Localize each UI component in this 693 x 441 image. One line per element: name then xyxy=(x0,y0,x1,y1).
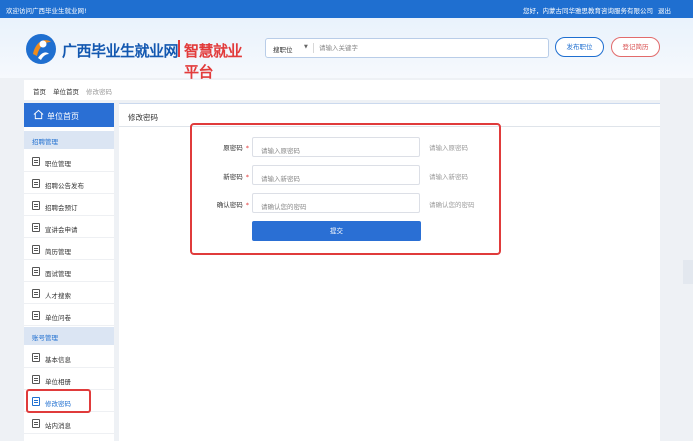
sidebar-item-label: 招聘公告发布 xyxy=(45,182,84,190)
sidebar-item-questionnaire[interactable]: 单位问卷 xyxy=(24,305,114,326)
sidebar-group-account: 账号管理 xyxy=(24,327,114,345)
top-bar: 欢迎访问广西毕业生就业网! 您好，内蒙古同华雅思教育咨询服务有限公司 退出 xyxy=(0,0,693,18)
sidebar-item-label: 招聘会预订 xyxy=(45,204,78,212)
welcome-text: 欢迎访问广西毕业生就业网! xyxy=(6,7,87,15)
user-company-name: 您好，内蒙古同华雅思教育咨询服务有限公司 xyxy=(523,7,653,15)
group-title: 招聘管理 xyxy=(32,138,58,146)
breadcrumb: 首页 单位首页 修改密码 xyxy=(24,80,660,100)
home-icon xyxy=(33,109,44,120)
document-icon xyxy=(32,179,40,188)
old-password-input[interactable] xyxy=(253,142,419,160)
sidebar-item-resume[interactable]: 简历管理 xyxy=(24,239,114,260)
document-icon xyxy=(32,245,40,254)
confirm-password-hint: 请确认您的密码 xyxy=(429,201,475,209)
logout-link[interactable]: 退出 xyxy=(658,5,671,15)
confirm-password-field[interactable] xyxy=(252,193,420,216)
old-password-field[interactable] xyxy=(252,137,420,160)
search-type-select[interactable]: 搜职位 xyxy=(273,44,293,54)
highlight-annotation xyxy=(26,389,91,413)
sidebar-item-interview[interactable]: 面试管理 xyxy=(24,261,114,282)
breadcrumb-unit-home[interactable]: 单位首页 xyxy=(53,86,79,96)
register-resume-button[interactable]: 登记简历 xyxy=(611,37,660,57)
logo-mark-icon xyxy=(26,34,56,64)
sidebar-item-label: 单位问卷 xyxy=(45,314,71,322)
sidebar-item-label: 基本信息 xyxy=(45,356,71,364)
new-password-field[interactable] xyxy=(252,165,420,188)
sidebar-item-label: 站内消息 xyxy=(45,422,71,430)
page-title: 修改密码 xyxy=(128,113,158,122)
publish-job-button[interactable]: 发布职位 xyxy=(555,37,604,57)
sidebar-item-label: 单位相册 xyxy=(45,378,71,386)
sidebar-item-label: 人才搜索 xyxy=(45,292,71,300)
sidebar-item-announcement[interactable]: 招聘公告发布 xyxy=(24,173,114,194)
sidebar-item-job-management[interactable]: 职位管理 xyxy=(24,151,114,172)
logo-divider xyxy=(178,40,180,57)
breadcrumb-current: 修改密码 xyxy=(86,88,112,96)
field-label-new-password: 新密码 * xyxy=(223,173,249,181)
group-title: 账号管理 xyxy=(32,334,58,342)
search-input[interactable] xyxy=(319,41,539,55)
sidebar-item-presentation[interactable]: 宣讲会申请 xyxy=(24,217,114,238)
sidebar-group-recruitment: 招聘管理 xyxy=(24,131,114,149)
document-icon xyxy=(32,375,40,384)
old-password-hint: 请输入原密码 xyxy=(429,144,468,152)
new-password-hint: 请输入新密码 xyxy=(429,173,468,181)
document-icon xyxy=(32,223,40,232)
sidebar-item-messages[interactable]: 站内消息 xyxy=(24,413,114,434)
search-box: 搜职位 ▼ xyxy=(265,38,549,58)
sidebar-item-job-fair[interactable]: 招聘会预订 xyxy=(24,195,114,216)
document-icon xyxy=(32,201,40,210)
sidebar-item-talent-search[interactable]: 人才搜索 xyxy=(24,283,114,304)
search-divider xyxy=(313,43,314,53)
field-label-old-password: 原密码 * xyxy=(223,144,249,152)
breadcrumb-home[interactable]: 首页 xyxy=(33,86,46,96)
document-icon xyxy=(32,311,40,320)
sidebar-item-label: 面试管理 xyxy=(45,270,71,278)
site-logo[interactable]: 广西毕业生就业网 智慧就业平台 xyxy=(24,32,254,81)
field-label-confirm-password: 确认密码 * xyxy=(216,201,249,209)
new-password-input[interactable] xyxy=(253,170,419,188)
side-float-tab[interactable] xyxy=(683,260,693,284)
logo-subtitle: 智慧就业平台 xyxy=(184,42,243,81)
document-icon xyxy=(32,267,40,276)
document-icon xyxy=(32,353,40,362)
site-header: 广西毕业生就业网 智慧就业平台 搜职位 ▼ 发布职位 登记简历 xyxy=(0,18,693,81)
sidebar-item-label: 职位管理 xyxy=(45,160,71,168)
sidebar-item-basic-info[interactable]: 基本信息 xyxy=(24,347,114,368)
document-icon xyxy=(32,157,40,166)
chevron-down-icon[interactable]: ▼ xyxy=(304,44,308,50)
confirm-password-input[interactable] xyxy=(253,198,419,216)
sidebar-item-label: 简历管理 xyxy=(45,248,71,256)
main-panel: 修改密码 原密码 * 请输入原密码 新密码 * 请输入新密码 确认密码 * 请确认您的… xyxy=(119,103,660,441)
sidebar-item-album[interactable]: 单位相册 xyxy=(24,369,114,390)
document-icon xyxy=(32,289,40,298)
sidebar-item-label: 宣讲会申请 xyxy=(45,226,78,234)
logo-title: 广西毕业生就业网 xyxy=(62,42,179,60)
sidebar-home[interactable]: 单位首页 xyxy=(24,103,114,127)
submit-button[interactable]: 提交 xyxy=(252,221,421,241)
sidebar: 单位首页 招聘管理 职位管理 招聘公告发布 招聘会预订 宣讲会申请 简历管理 面… xyxy=(24,103,114,441)
sidebar-home-label: 单位首页 xyxy=(47,112,79,121)
document-icon xyxy=(32,419,40,428)
